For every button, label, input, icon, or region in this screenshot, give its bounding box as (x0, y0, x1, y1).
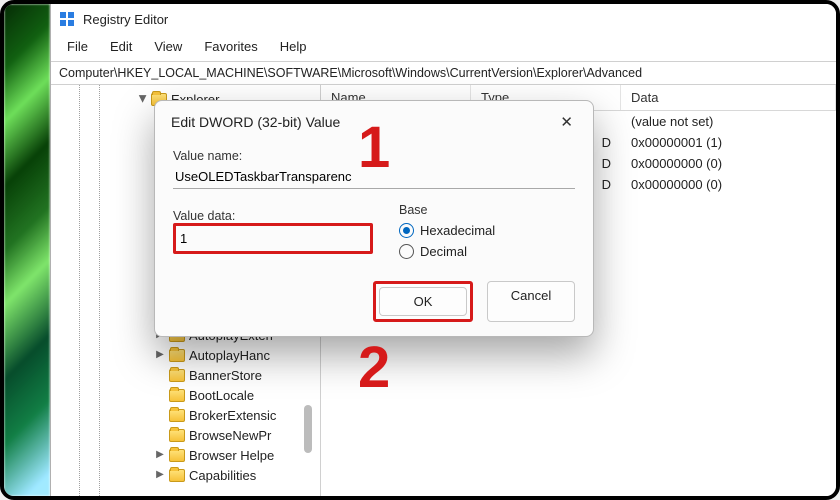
tree-node-label: Browser Helpe (189, 448, 274, 463)
tree-node-label: BootLocale (189, 388, 254, 403)
folder-icon (169, 349, 185, 362)
tree-node-label: AutoplayHanc (189, 348, 270, 363)
folder-icon (169, 449, 185, 462)
registry-editor-icon (59, 11, 75, 27)
value-data-input[interactable] (178, 227, 358, 250)
desktop-wallpaper-strip (4, 4, 50, 496)
ok-button[interactable]: OK (379, 287, 467, 316)
folder-icon (169, 409, 185, 422)
window-titlebar: Registry Editor (51, 4, 836, 34)
radio-unchecked-icon (399, 244, 414, 259)
radio-decimal[interactable]: Decimal (399, 244, 575, 259)
cell-data: 0x00000000 (0) (621, 174, 836, 195)
menu-help[interactable]: Help (270, 36, 317, 57)
tree-node-label: BrowseNewPr (189, 428, 271, 443)
chevron-right-icon[interactable]: ▶ (155, 470, 165, 480)
chevron-right-icon[interactable]: ▶ (155, 350, 165, 360)
radio-label: Decimal (420, 244, 467, 259)
menu-file[interactable]: File (57, 36, 98, 57)
tree-node[interactable]: ▶ Capabilities (51, 465, 320, 485)
annotation-highlight-ok: OK (373, 281, 473, 322)
dialog-title: Edit DWORD (32-bit) Value (171, 114, 340, 130)
folder-icon (169, 469, 185, 482)
cell-data: 0x00000001 (1) (621, 132, 836, 153)
tree-node[interactable]: ▶ AutoplayHanc (51, 345, 320, 365)
cancel-button[interactable]: Cancel (487, 281, 575, 322)
value-data-label: Value data: (173, 209, 373, 223)
radio-label: Hexadecimal (420, 223, 495, 238)
cell-data: 0x00000000 (0) (621, 153, 836, 174)
annotation-highlight-value-data (173, 223, 373, 254)
folder-icon (169, 389, 185, 402)
tree-node-label: BannerStore (189, 368, 262, 383)
chevron-right-icon[interactable]: ▶ (155, 450, 165, 460)
menu-edit[interactable]: Edit (100, 36, 142, 57)
column-header-data[interactable]: Data (621, 85, 836, 110)
base-group-label: Base (399, 203, 575, 217)
tree-node[interactable]: ▶ BannerStore (51, 365, 320, 385)
window-title: Registry Editor (83, 12, 168, 27)
cell-data: (value not set) (621, 111, 836, 132)
menu-bar: File Edit View Favorites Help (51, 34, 836, 61)
close-button[interactable]: ✕ (554, 111, 579, 133)
tree-node[interactable]: ▶ BootLocale (51, 385, 320, 405)
folder-icon (169, 369, 185, 382)
x-icon: ✕ (560, 114, 573, 131)
chevron-down-icon[interactable]: ▶ (137, 94, 147, 104)
tree-node[interactable]: ▶ Browser Helpe (51, 445, 320, 465)
tree-node-label: BrokerExtensic (189, 408, 276, 423)
folder-icon (169, 429, 185, 442)
tree-scrollbar-thumb[interactable] (304, 405, 312, 453)
radio-hexadecimal[interactable]: Hexadecimal (399, 223, 575, 238)
menu-view[interactable]: View (144, 36, 192, 57)
address-bar[interactable]: Computer\HKEY_LOCAL_MACHINE\SOFTWARE\Mic… (51, 61, 836, 85)
menu-favorites[interactable]: Favorites (194, 36, 267, 57)
tree-node[interactable]: ▶ BrowseNewPr (51, 425, 320, 445)
annotation-number-2: 2 (358, 334, 390, 401)
radio-checked-icon (399, 223, 414, 238)
tree-node-label: Capabilities (189, 468, 256, 483)
tree-node[interactable]: ▶ BrokerExtensic (51, 405, 320, 425)
annotation-number-1: 1 (358, 114, 390, 181)
